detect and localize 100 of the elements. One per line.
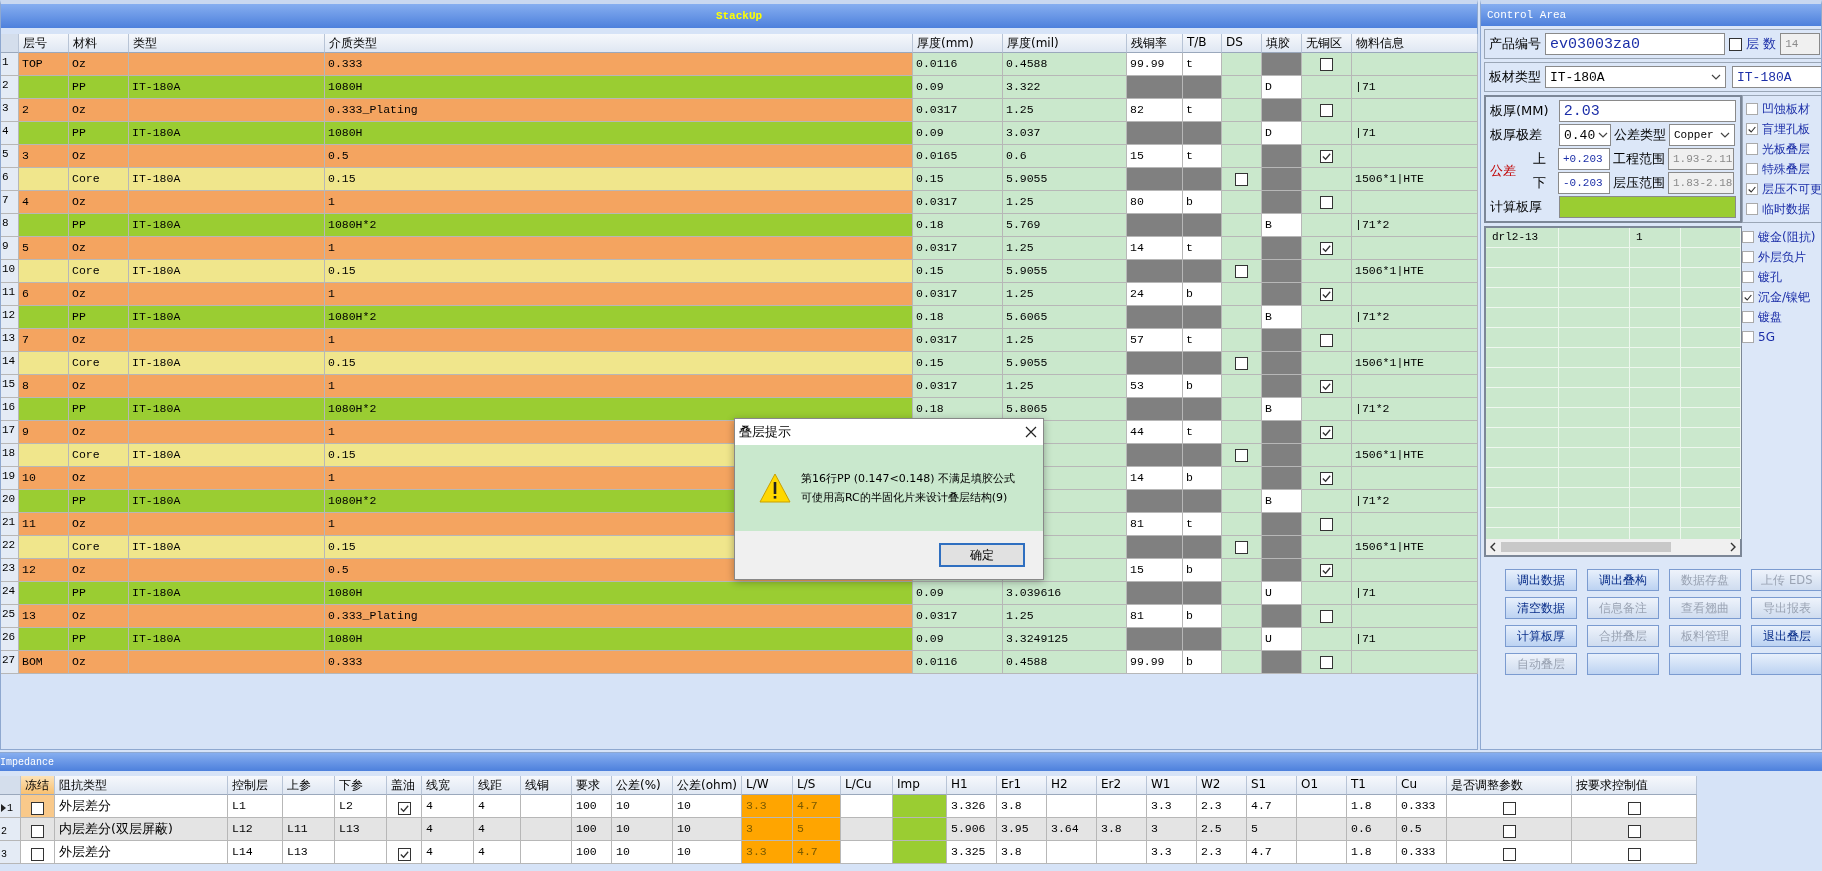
table-cell: 4 [422, 795, 474, 818]
table-cell [1127, 122, 1183, 145]
checkbox[interactable] [1320, 563, 1333, 577]
scroll-left-icon[interactable] [1489, 542, 1497, 552]
row-header[interactable]: 1 [0, 795, 21, 818]
row-header[interactable]: 3 [0, 841, 21, 864]
table-cell [1222, 582, 1262, 605]
table-cell: 1.25 [1003, 329, 1127, 352]
checkbox[interactable] [1320, 149, 1333, 163]
close-icon[interactable] [1025, 426, 1037, 438]
checkbox[interactable] [1746, 103, 1758, 115]
table-cell: 0.09 [913, 582, 1003, 605]
row-number: 22 [1, 536, 19, 559]
checkbox[interactable] [1320, 103, 1333, 117]
table-cell: 0.6 [1347, 818, 1397, 841]
row-number: 9 [1, 237, 19, 260]
table-cell [521, 818, 572, 841]
action-button[interactable]: 清空数据 [1505, 597, 1577, 619]
row-header[interactable]: 2 [0, 818, 21, 841]
table-cell: L13 [335, 818, 387, 841]
table-cell [19, 76, 69, 99]
checkbox[interactable] [1627, 847, 1641, 861]
checkbox[interactable] [1320, 517, 1333, 531]
range-dropdown[interactable]: 0.40 [1559, 124, 1611, 146]
option-label: 镀金(阻抗) [1758, 228, 1816, 246]
checkbox[interactable] [397, 801, 411, 815]
table-cell: 2 [19, 99, 69, 122]
checkbox[interactable] [1320, 425, 1333, 439]
action-button[interactable]: 计算板厚 [1505, 625, 1577, 647]
column-header: 阻抗类型 [55, 776, 228, 795]
thickness-field[interactable]: 2.03 [1558, 100, 1736, 122]
checkbox[interactable] [1742, 331, 1754, 343]
action-button[interactable]: 调出叠构 [1587, 569, 1659, 591]
checkbox[interactable] [1320, 609, 1333, 623]
checkbox[interactable] [1746, 123, 1758, 135]
checkbox[interactable] [1742, 291, 1754, 303]
checkbox[interactable] [1502, 847, 1516, 861]
checkbox[interactable] [1320, 57, 1333, 71]
scroll-right-icon[interactable] [1729, 542, 1737, 552]
table-cell: t [1183, 99, 1222, 122]
checkbox[interactable] [1627, 824, 1641, 838]
table-cell: 1080H [325, 76, 913, 99]
table-cell: PP [69, 306, 129, 329]
checkbox[interactable] [1235, 448, 1248, 462]
checkbox[interactable] [1742, 271, 1754, 283]
tolerance-dropdown[interactable]: Copper [1669, 124, 1735, 146]
checkbox[interactable] [1235, 356, 1248, 370]
table-cell: 1 [325, 237, 913, 260]
checkbox[interactable] [1742, 231, 1754, 243]
option-label: 临时数据 [1762, 200, 1810, 218]
checkbox[interactable] [1746, 183, 1758, 195]
checkbox[interactable] [1746, 203, 1758, 215]
table-cell: B [1262, 306, 1302, 329]
checkbox[interactable] [31, 847, 44, 861]
checkbox[interactable] [1627, 801, 1641, 815]
checkbox[interactable] [1320, 241, 1333, 255]
checkbox[interactable] [31, 801, 44, 815]
table-cell: drl2-13 [1486, 228, 1559, 248]
checkbox[interactable] [1742, 251, 1754, 263]
table-cell: PP [69, 582, 129, 605]
scrollbar[interactable] [1486, 539, 1740, 555]
checkbox[interactable] [1320, 471, 1333, 485]
board-dropdown[interactable]: IT-180A [1545, 66, 1726, 88]
table-cell: L11 [283, 818, 335, 841]
checkbox[interactable] [397, 847, 411, 861]
lower-field[interactable]: -0.203 [1558, 172, 1610, 194]
table-cell: 14 [1127, 467, 1183, 490]
upper-field[interactable]: +0.203 [1558, 148, 1610, 170]
ok-button[interactable]: 确定 [939, 543, 1025, 567]
calculated-field[interactable] [1558, 196, 1736, 218]
checkbox[interactable] [1235, 540, 1248, 554]
checkbox[interactable] [1320, 655, 1333, 669]
checkbox[interactable] [1746, 143, 1758, 155]
checkbox[interactable] [1320, 287, 1333, 301]
checkbox[interactable] [1502, 824, 1516, 838]
table-cell: 3.326 [947, 795, 997, 818]
table-cell: 0.15 [913, 168, 1003, 191]
checkbox[interactable] [1502, 801, 1516, 815]
action-button[interactable]: 调出数据 [1505, 569, 1577, 591]
table-cell: 0.0165 [913, 145, 1003, 168]
checkbox[interactable] [1320, 195, 1333, 209]
checkbox[interactable] [1729, 37, 1742, 51]
product-field[interactable]: ev03003za0 [1545, 33, 1725, 55]
checkbox[interactable] [31, 824, 44, 838]
checkbox[interactable] [1742, 311, 1754, 323]
checkbox[interactable] [1320, 379, 1333, 393]
checkbox[interactable] [1746, 163, 1758, 175]
table-cell: 1.8 [1347, 841, 1397, 864]
board-field[interactable]: IT-180A [1732, 66, 1821, 88]
table-cell [1127, 352, 1183, 375]
table-cell: b [1183, 283, 1222, 306]
checkbox[interactable] [1320, 333, 1333, 347]
table-cell: 10 [612, 841, 673, 864]
checkbox[interactable] [1235, 264, 1248, 278]
table-cell: 4 [422, 818, 474, 841]
action-button[interactable]: 退出叠层 [1751, 625, 1821, 647]
table-cell [841, 795, 893, 818]
table-cell: 0.333 [325, 651, 913, 674]
checkbox[interactable] [1235, 172, 1248, 186]
table-cell: 3.64 [1047, 818, 1097, 841]
